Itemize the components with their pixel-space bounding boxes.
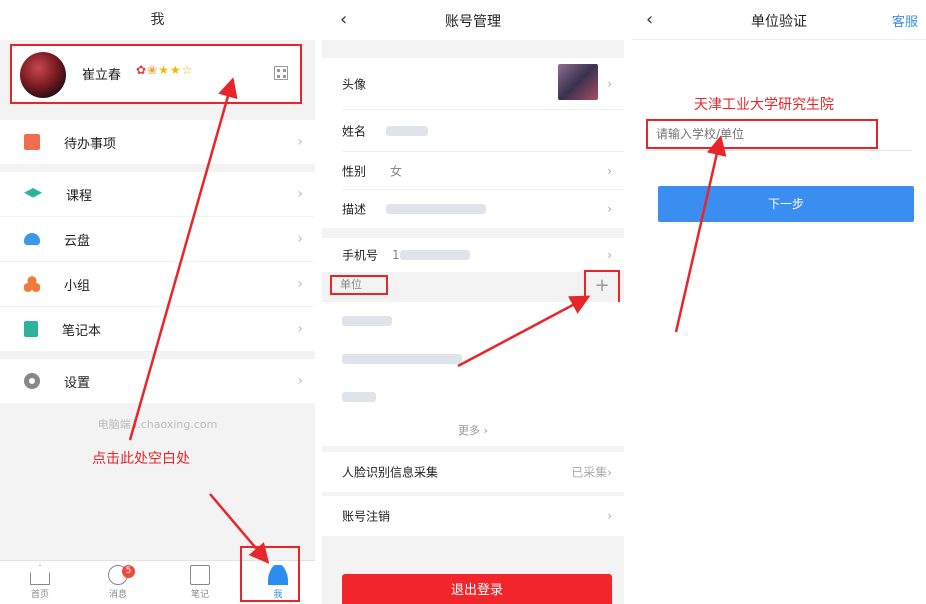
annotation-hint: 点击此处空白处	[92, 451, 190, 467]
redacted-value	[342, 354, 462, 364]
gear-icon	[24, 373, 40, 389]
unit-item[interactable]	[322, 302, 624, 340]
chevron-right-icon: ›	[297, 276, 303, 292]
star-icon: ★	[169, 63, 182, 77]
flower-badge-icon: ✿	[136, 63, 148, 77]
menu-item-label: 云盘	[64, 233, 91, 249]
row-label: 账号注销	[342, 509, 391, 524]
redacted-value	[400, 250, 470, 260]
row-label: 人脸识别信息采集	[342, 465, 439, 480]
user-name: 崔立春	[82, 68, 122, 83]
user-badges: ✿❀★★☆	[136, 63, 193, 77]
highlight-box-tab-me	[240, 546, 300, 602]
star-outline-icon: ☆	[181, 63, 194, 77]
row-label: 手机号	[342, 248, 379, 263]
course-icon	[24, 188, 42, 198]
chevron-right-icon: ›	[607, 509, 612, 523]
bow-badge-icon: ❀	[147, 63, 159, 77]
menu-item-settings[interactable]: 设置 ›	[0, 359, 315, 403]
header: ‹ 账号管理	[322, 0, 624, 40]
screenshot-root: 我 崔立春 ✿❀★★☆ 待办事项 › 课程 › 云盘 › 小组 › 笔记本 › …	[0, 0, 926, 604]
logout-button[interactable]: 退出登录	[342, 574, 612, 604]
menu-item-cloud[interactable]: 云盘 ›	[0, 217, 315, 261]
row-account-cancel[interactable]: 账号注销 ›	[322, 496, 624, 536]
unit-label: 单位	[330, 275, 388, 295]
account-management-panel: ‹ 账号管理 头像 › 姓名 性别 女 › 描述 › 手机号 1 › 单位 + …	[322, 0, 624, 604]
row-label: 描述	[342, 202, 367, 217]
chevron-right-icon: ›	[607, 164, 612, 178]
chevron-right-icon: ›	[297, 186, 303, 202]
divider	[646, 150, 912, 151]
unit-item[interactable]	[322, 378, 624, 416]
menu-item-label: 小组	[64, 278, 91, 294]
chevron-right-icon: ›	[297, 373, 303, 389]
chevron-right-icon: ›	[297, 134, 303, 150]
row-value: 女	[390, 164, 403, 179]
chevron-right-icon: ›	[297, 231, 303, 247]
chevron-right-icon: ›	[607, 77, 612, 91]
tab-label: 首页	[30, 590, 49, 600]
chevron-right-icon: ›	[297, 321, 303, 337]
unit-item[interactable]	[322, 340, 624, 378]
menu-item-label: 课程	[66, 188, 93, 204]
me-panel: 我 崔立春 ✿❀★★☆ 待办事项 › 课程 › 云盘 › 小组 › 笔记本 › …	[0, 0, 315, 604]
page-title: 单位验证	[751, 14, 807, 30]
redacted-value	[386, 204, 486, 214]
menu-item-group[interactable]: 小组 ›	[0, 262, 315, 306]
row-face-recognition[interactable]: 人脸识别信息采集 已采集›	[322, 452, 624, 492]
redacted-value	[342, 316, 392, 326]
menu-item-todo[interactable]: 待办事项 ›	[0, 120, 315, 164]
qr-code-icon[interactable]	[274, 66, 288, 80]
row-value: 1	[392, 248, 400, 262]
row-label: 头像	[342, 77, 367, 92]
unit-verify-panel: ‹ 单位验证 客服 天津工业大学研究生院 下一步	[632, 0, 926, 604]
redacted-value	[342, 392, 376, 402]
add-unit-button[interactable]: +	[584, 270, 620, 304]
tab-label: 笔记	[190, 590, 209, 600]
menu-item-notebook[interactable]: 笔记本 ›	[0, 307, 315, 351]
row-label: 性别	[342, 164, 367, 179]
avatar-thumbnail	[558, 64, 598, 100]
redacted-value	[386, 126, 428, 136]
row-phone[interactable]: 手机号 1 ›	[322, 238, 624, 272]
site-url: 电脑端 i.chaoxing.com	[97, 418, 218, 431]
tab-messages[interactable]: 5 消息	[98, 565, 138, 600]
chevron-right-icon: ›	[607, 202, 612, 216]
star-icon: ★	[158, 63, 170, 77]
home-icon	[30, 565, 50, 585]
row-name[interactable]: 姓名	[322, 110, 624, 152]
row-avatar[interactable]: 头像 ›	[322, 58, 624, 110]
row-label: 姓名	[342, 124, 367, 139]
tab-label: 消息	[108, 590, 127, 600]
row-value: 已采集›	[571, 465, 612, 480]
tab-notes[interactable]: 笔记	[180, 565, 220, 600]
annotation-unit-name: 天津工业大学研究生院	[694, 97, 834, 113]
row-description[interactable]: 描述 ›	[322, 190, 624, 228]
notebook-icon	[24, 321, 38, 337]
profile-card[interactable]: 崔立春 ✿❀★★☆	[10, 44, 302, 104]
menu-item-label: 待办事项	[64, 136, 117, 152]
page-title: 我	[0, 0, 315, 40]
group-icon	[24, 276, 40, 292]
note-edit-icon	[190, 565, 210, 585]
next-step-button[interactable]: 下一步	[658, 186, 914, 222]
menu-item-label: 笔记本	[62, 323, 102, 339]
customer-service-link[interactable]: 客服	[892, 11, 918, 30]
header: ‹ 单位验证 客服	[632, 0, 926, 40]
cloud-icon	[24, 233, 40, 245]
menu-item-course[interactable]: 课程 ›	[0, 172, 315, 216]
menu-item-label: 设置	[64, 375, 91, 391]
row-gender[interactable]: 性别 女 ›	[322, 152, 624, 190]
avatar[interactable]	[20, 52, 66, 98]
more-link[interactable]: 更多 ›	[322, 416, 624, 446]
unread-badge: 5	[122, 565, 135, 578]
page-title: 账号管理	[445, 14, 501, 30]
tab-home[interactable]: 首页	[20, 565, 60, 600]
todo-icon	[24, 134, 40, 150]
chevron-right-icon: ›	[607, 248, 612, 262]
unit-search-input[interactable]	[646, 119, 878, 149]
